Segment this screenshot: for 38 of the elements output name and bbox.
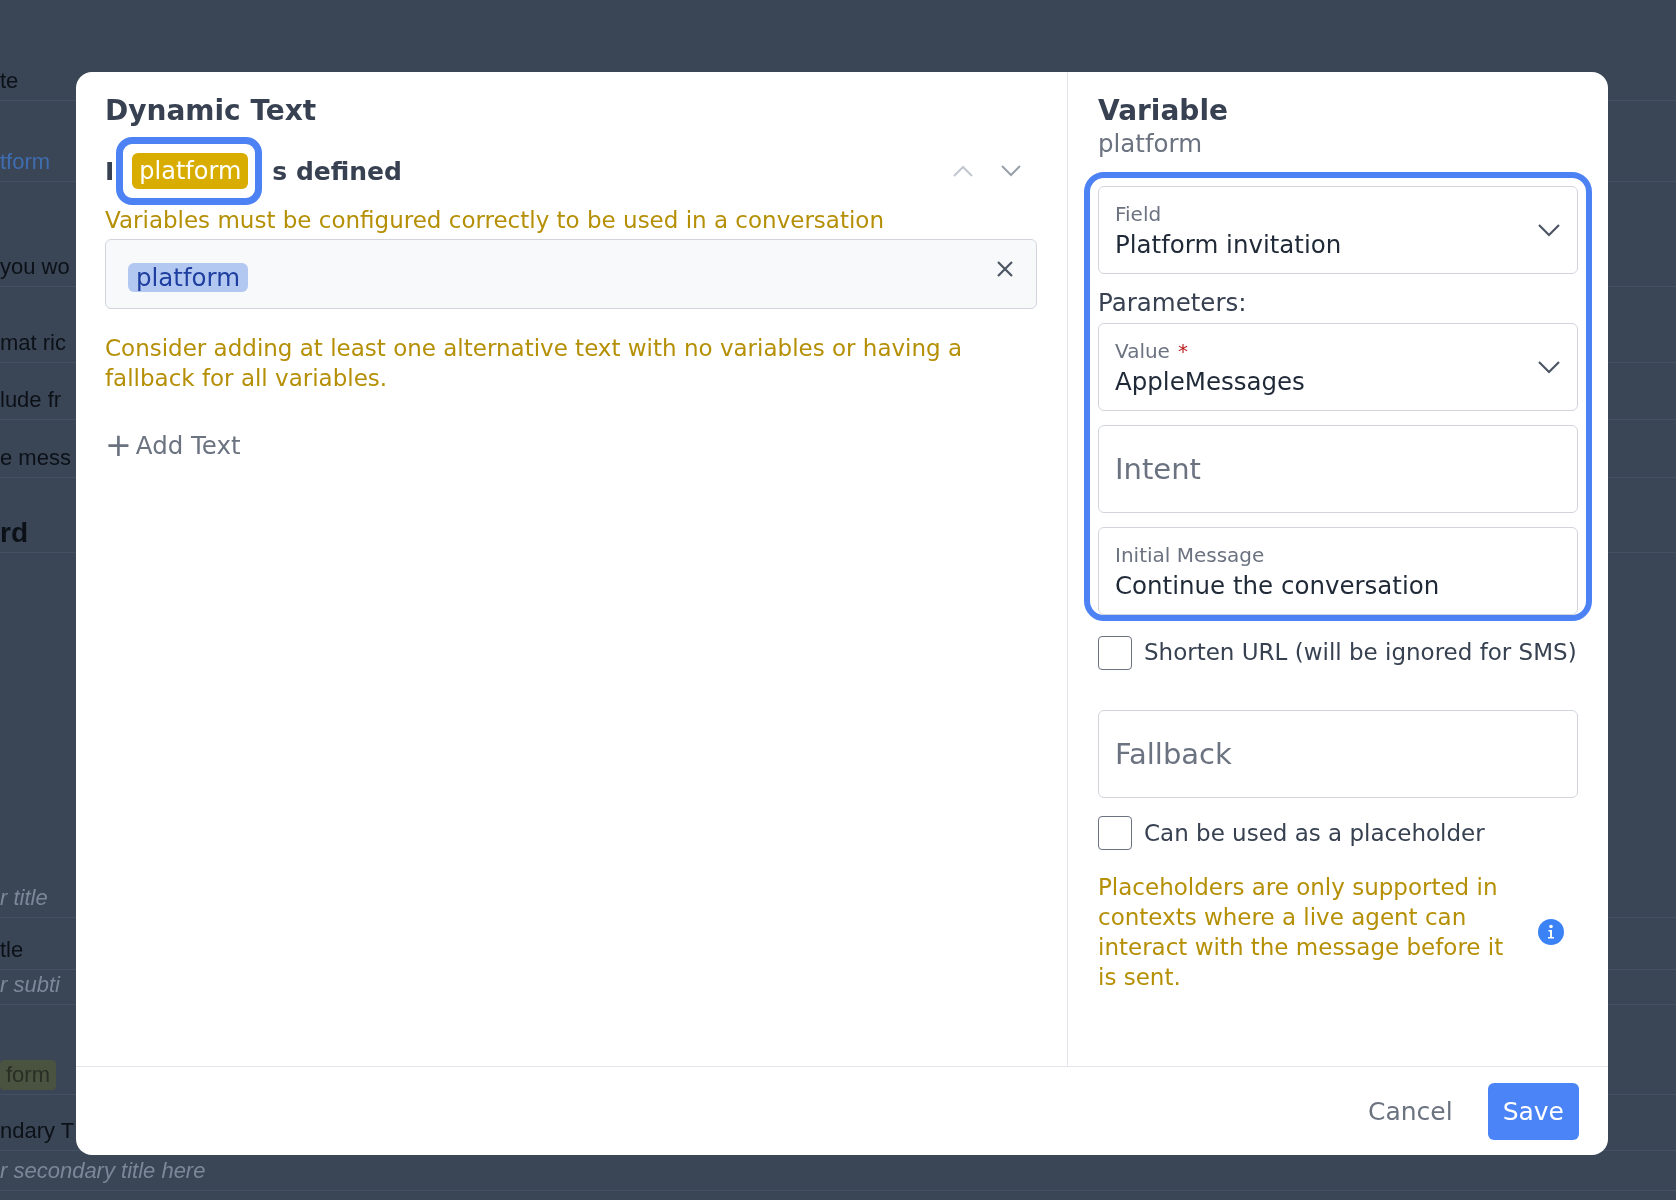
checkbox-label: Can be used as a placeholder bbox=[1144, 820, 1485, 846]
condition-text: I bbox=[105, 156, 115, 186]
save-button[interactable]: Save bbox=[1487, 1082, 1579, 1140]
warning-text: Variables must be configured correctly to be used in a conversation bbox=[105, 206, 885, 235]
background-text: rd bbox=[0, 517, 28, 549]
panel-title: Variable bbox=[1098, 94, 1229, 127]
background-text: e mess bbox=[0, 445, 71, 471]
background-text: ndary T bbox=[0, 1118, 75, 1144]
input-field[interactable]: Intent bbox=[1098, 425, 1578, 513]
background-text: you wo bbox=[0, 254, 70, 280]
background-text: mat ric bbox=[0, 330, 66, 356]
select-field[interactable]: Value * AppleMessages bbox=[1098, 323, 1578, 411]
condition-text: s defined bbox=[272, 156, 402, 186]
background-text: tle bbox=[0, 937, 24, 963]
cancel-button[interactable]: Cancel bbox=[1352, 1082, 1468, 1140]
section-label: Parameters: bbox=[1098, 288, 1248, 317]
chevron-down-icon[interactable] bbox=[1537, 360, 1561, 374]
add-text-button[interactable]: +Add Text bbox=[105, 429, 241, 461]
background-text: r subti bbox=[0, 972, 60, 998]
panel-subtitle: platform bbox=[1098, 129, 1204, 158]
text-input[interactable]: platform bbox=[105, 239, 1037, 309]
chevron-down-icon[interactable] bbox=[1537, 223, 1561, 237]
background-text: te bbox=[0, 68, 19, 94]
input-field[interactable]: Fallback bbox=[1098, 710, 1578, 798]
dialog-title: Dynamic Text bbox=[105, 94, 318, 127]
background-text: r secondary title here bbox=[0, 1158, 206, 1184]
variable-chip[interactable]: platform bbox=[128, 262, 249, 292]
close-icon[interactable] bbox=[996, 260, 1014, 278]
hint-text: Consider adding at least one alternative text with no variables or having a fallback for all variables. bbox=[105, 334, 964, 393]
warning-text: Placeholders are only supported in contexts where a live agent can interact with the message before it is sent. bbox=[1098, 873, 1505, 992]
select-field[interactable]: Field Platform invitation bbox=[1098, 186, 1578, 274]
background-text: lude fr bbox=[0, 387, 62, 413]
checkbox[interactable] bbox=[1098, 635, 1132, 670]
info-icon[interactable] bbox=[1538, 919, 1564, 945]
input-field[interactable]: Initial Message Continue the conversation bbox=[1098, 527, 1578, 615]
checkbox-label: Shorten URL (will be ignored for SMS) bbox=[1144, 638, 1577, 667]
checkbox[interactable] bbox=[1098, 816, 1132, 850]
background-text: r title bbox=[0, 885, 48, 911]
